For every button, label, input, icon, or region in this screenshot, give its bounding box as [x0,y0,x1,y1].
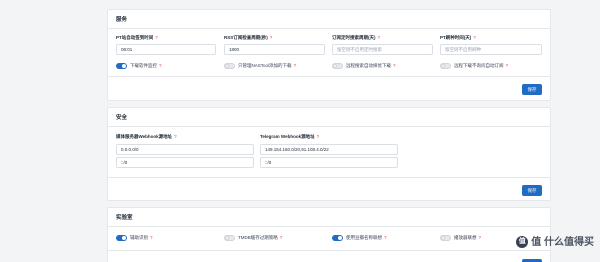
assist-recognition-label: 辅助识别? [130,235,153,240]
service-save-button[interactable]: 保存 [522,84,542,95]
remote-download-label: 远程下载不询问自动订阅? [454,63,509,68]
help-icon[interactable]: ? [270,35,273,40]
help-icon[interactable]: ? [384,235,387,240]
help-icon[interactable]: ? [378,35,381,40]
help-icon[interactable]: ? [150,235,153,240]
rss-interval-input[interactable]: 1800 [224,44,325,55]
player-suggest-label: 播放器联想? [454,235,482,240]
security-footer: 保存 [108,177,550,201]
help-icon[interactable]: ? [506,63,509,68]
help-icon[interactable]: ? [479,235,482,240]
douban-suggest-toggle[interactable] [332,235,343,241]
help-icon[interactable]: ? [294,63,297,68]
security-card: 安全 媒体服务器Webhook源地址? 0.0.0.0/0 ::/0 Teleg… [107,107,551,201]
checkin-time-label: PT站自动签到时间? [116,35,158,40]
service-card: 服务 PT站自动签到时间? 08:01 RSS订阅检查周期(秒)? 1800 订… [107,9,551,101]
help-icon[interactable]: ? [159,63,162,68]
lab-footer: 保存 [108,250,550,262]
tmdb-cache-label: TMDB缓存过期策略? [238,235,283,240]
security-title: 安全 [108,108,550,127]
search-interval-label: 订阅定时搜索周期(天)? [332,35,381,40]
download-monitor-toggle[interactable] [116,63,127,69]
help-icon[interactable]: ? [393,63,396,68]
help-icon[interactable]: ? [317,134,320,139]
douban-suggest-label: 使用豆瓣名称联想? [346,235,387,240]
telegram-webhook-ipv6-input[interactable]: ::/0 [260,157,398,168]
checkin-time-input[interactable]: 08:01 [116,44,216,55]
player-suggest-toggle[interactable] [440,235,451,241]
nastool-only-toggle[interactable] [224,63,235,69]
service-footer: 保存 [108,76,550,101]
watermark: 值值 什么值得买 [516,233,594,248]
telegram-webhook-input[interactable]: 149.154.160.0/20,91.108.4.0/22 [260,144,398,155]
remote-download-toggle[interactable] [440,63,451,69]
remote-search-toggle[interactable] [332,63,343,69]
telegram-webhook-label: Telegram Webhook源地址? [260,134,320,139]
rss-interval-label: RSS订阅检查周期(秒)? [224,35,273,40]
help-icon[interactable]: ? [155,35,158,40]
watermark-logo-icon: 值 [516,236,529,248]
help-icon[interactable]: ? [473,35,476,40]
brush-time-input[interactable]: 留空则不启用刷种 [440,44,542,55]
nastool-only-label: 只管理NASTool添加的下载? [238,63,297,68]
download-monitor-label: 下载软件监控? [130,63,162,68]
brush-time-label: PT刷种时间(天)? [440,35,476,40]
help-icon[interactable]: ? [174,134,177,139]
media-webhook-label: 媒体服务器Webhook源地址? [116,134,177,139]
search-interval-input[interactable]: 留空则不启用定时搜索 [332,44,433,55]
media-webhook-input[interactable]: 0.0.0.0/0 [116,144,254,155]
security-save-button[interactable]: 保存 [522,185,542,196]
remote-search-label: 远程搜索自动择优下载? [346,63,396,68]
lab-card: 实验室 辅助识别? TMDB缓存过期策略? 使用豆瓣名称联想? 播放器联想? 保… [107,207,551,262]
lab-title: 实验室 [108,208,550,227]
service-title: 服务 [108,10,550,29]
assist-recognition-toggle[interactable] [116,235,127,241]
help-icon[interactable]: ? [280,235,283,240]
tmdb-cache-toggle[interactable] [224,235,235,241]
media-webhook-ipv6-input[interactable]: ::/0 [116,157,254,168]
